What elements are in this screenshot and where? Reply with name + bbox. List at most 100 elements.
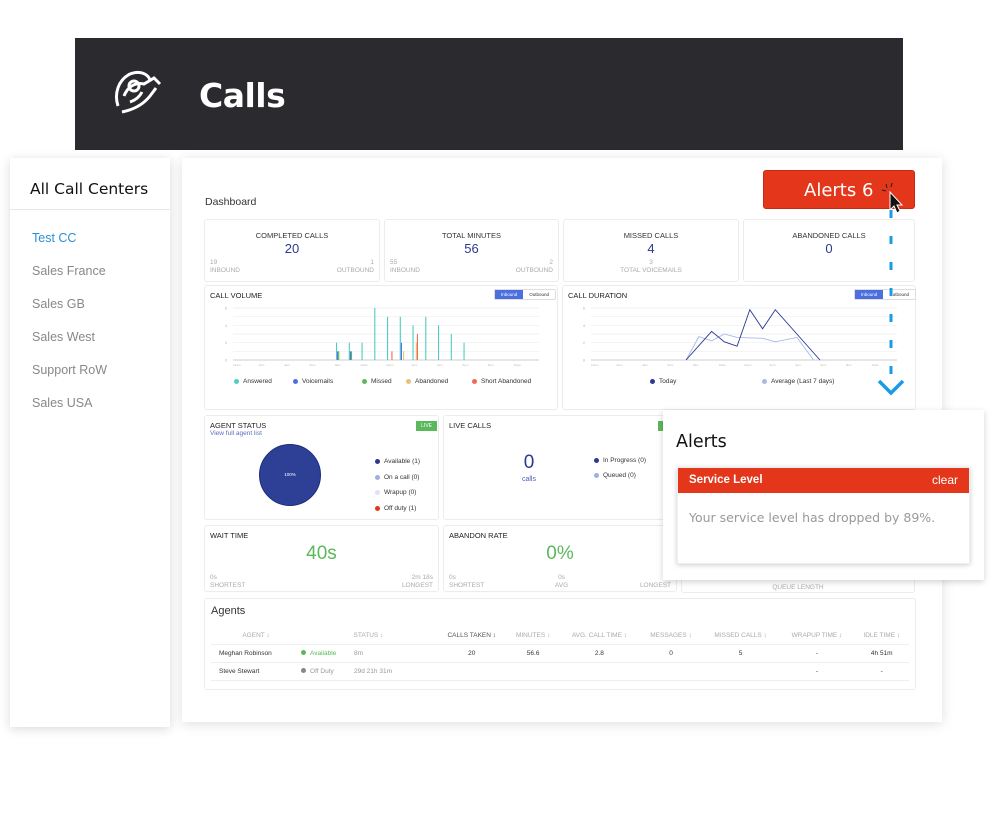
view-agent-list-link[interactable]: View full agent list — [210, 430, 262, 437]
sidebar-item-test-cc[interactable]: Test CC — [10, 222, 170, 255]
legend-dot — [375, 506, 380, 511]
agent-cell — [435, 662, 508, 681]
legend-item: Queued (0) — [594, 472, 636, 479]
x-tick-label: 4am — [284, 363, 290, 367]
shortest-value: 0s — [449, 574, 456, 581]
outbound-toggle[interactable]: Outbound — [523, 290, 555, 299]
x-tick-label: 2pm — [770, 363, 776, 367]
scroll-down-indicator — [877, 210, 905, 396]
abandon-rate-value: 0% — [546, 543, 574, 564]
column-header[interactable]: MISSED CALLS ↕ — [701, 627, 780, 645]
legend-dot — [375, 459, 380, 464]
column-header[interactable]: AVG. CALL TIME ↕ — [558, 627, 641, 645]
legend-label: Short Abandoned — [481, 378, 532, 385]
x-tick-label: 2pm — [412, 363, 418, 367]
legend-item: Average (Last 7 days) — [762, 378, 834, 385]
x-tick-label: 6am — [310, 363, 316, 367]
longest-label: LONGEST — [401, 582, 433, 589]
agent-cell: - — [779, 662, 855, 681]
column-header[interactable]: MINUTES ↕ — [507, 627, 559, 645]
column-header[interactable]: WRAPUP TIME ↕ — [779, 627, 855, 645]
status-label: Available — [310, 649, 337, 657]
y-tick-label: 2 — [583, 341, 585, 345]
live-calls-card: LIVE CALLS LIVE 0 calls In Progress (0)Q… — [443, 415, 679, 520]
agent-cell — [701, 662, 780, 681]
x-tick-label: 8pm — [488, 363, 494, 367]
sidebar-title: All Call Centers — [10, 158, 170, 210]
sidebar-item-sales-usa[interactable]: Sales USA — [10, 387, 170, 420]
shortest-label: SHORTEST — [210, 582, 246, 589]
bar-answered — [438, 325, 440, 360]
bar-answered — [387, 316, 389, 360]
x-tick-label: 12pm — [744, 363, 752, 367]
legend-item: On a call (0) — [375, 474, 419, 481]
legend-item: In Progress (0) — [594, 457, 646, 464]
agent-cell: - — [854, 662, 909, 681]
x-tick-label: 12am — [591, 363, 599, 367]
bar-missed — [338, 351, 340, 360]
stat-value: 56 — [464, 241, 479, 256]
agent-row[interactable]: Meghan Robinson Available 8m 20 56.6 2.8 0 5-4h… — [211, 644, 909, 663]
x-tick-label: 6pm — [463, 363, 469, 367]
x-tick-label: 4am — [642, 363, 648, 367]
bar-abandoned — [415, 342, 417, 360]
bar-answered — [399, 316, 401, 360]
sidebar-item-sales-gb[interactable]: Sales GB — [10, 288, 170, 321]
stat-label: TOTAL MINUTES — [441, 231, 502, 240]
voicemail-label: TOTAL VOICEMAILS — [620, 267, 682, 274]
clear-alert-button[interactable]: clear — [932, 468, 958, 493]
y-tick-label: 4 — [225, 324, 227, 328]
legend-label: Abandoned — [415, 378, 449, 385]
column-header[interactable]: IDLE TIME ↕ — [854, 627, 909, 645]
agent-cell — [640, 662, 702, 681]
legend-dot — [362, 379, 367, 384]
pie-label: 100% — [284, 472, 296, 477]
card-title: ABANDON RATE — [449, 531, 508, 540]
agent-cell: 5 — [701, 644, 780, 663]
x-tick-label: 8am — [693, 363, 699, 367]
card-title: WAIT TIME — [210, 531, 249, 540]
chevron-down-icon — [877, 379, 905, 396]
inbound-toggle[interactable]: Inbound — [495, 290, 524, 299]
stat-missed-calls: MISSED CALLS 4 3 TOTAL VOICEMAILS — [563, 219, 739, 282]
call-duration-card: CALL DURATION Inbound Outbound 0 2 4 6 12am 2a… — [562, 285, 917, 410]
status-duration: 8m — [354, 649, 364, 657]
sidebar-item-support-row[interactable]: Support RoW — [10, 354, 170, 387]
stat-completed-calls: COMPLETED CALLS 20 19 INBOUND 1 OUTBOUND — [204, 219, 380, 282]
sidebar: All Call Centers Test CC Sales France Sa… — [10, 158, 170, 727]
legend-item: Voicemails — [293, 378, 333, 385]
sidebar-item-sales-west[interactable]: Sales West — [10, 321, 170, 354]
agent-cell — [507, 662, 559, 681]
agent-row[interactable]: Steve Stewart Off Duty 29d 21h 31m - - — [211, 662, 909, 681]
call-duration-chart: 0 2 4 6 12am 2am 4am 6am 8am 10am 12pm 2pm 4pm 6pm 8pm… — [583, 307, 897, 367]
legend-label: Answered — [243, 378, 272, 385]
legend-item: Missed — [362, 378, 392, 385]
column-header[interactable]: STATUS ↕ — [301, 627, 436, 645]
x-tick-label: 2am — [617, 363, 623, 367]
sidebar-item-sales-france[interactable]: Sales France — [10, 255, 170, 288]
y-tick-label: 0 — [583, 359, 585, 363]
column-header[interactable]: MESSAGES ↕ — [640, 627, 702, 645]
alerts-popup-title: Alerts — [676, 432, 727, 452]
legend-item: Off duty (1) — [375, 505, 416, 512]
status-label: Off Duty — [310, 667, 334, 675]
alert-item: Service Level clear Your service level h… — [677, 467, 970, 564]
legend-dot — [594, 458, 599, 463]
alerts-button-label: Alerts 6 — [804, 180, 874, 201]
stat-label: MISSED CALLS — [623, 231, 679, 240]
bar-answered — [374, 308, 376, 360]
legend-label: Voicemails — [302, 378, 334, 385]
x-tick-label: 10pm — [514, 363, 522, 367]
legend-label: Missed — [371, 378, 392, 385]
status-duration: 29d 21h 31m — [354, 667, 392, 675]
column-header[interactable]: AGENT ↕ — [211, 627, 302, 645]
column-header[interactable]: CALLS TAKEN ↕ — [435, 627, 508, 645]
shortest-value: 0s — [210, 574, 217, 581]
bar-missed — [350, 351, 353, 360]
legend-item: Answered — [234, 378, 272, 385]
inbound-count: 55 — [390, 259, 398, 266]
shortest-label: SHORTEST — [449, 582, 485, 589]
x-tick-label: 12pm — [386, 363, 394, 367]
agent-cell: 4h 51m — [854, 644, 909, 663]
agents-card: Agents AGENT ↕ STATUS ↕ CALLS TAKEN ↕ MINUT… — [204, 598, 916, 690]
